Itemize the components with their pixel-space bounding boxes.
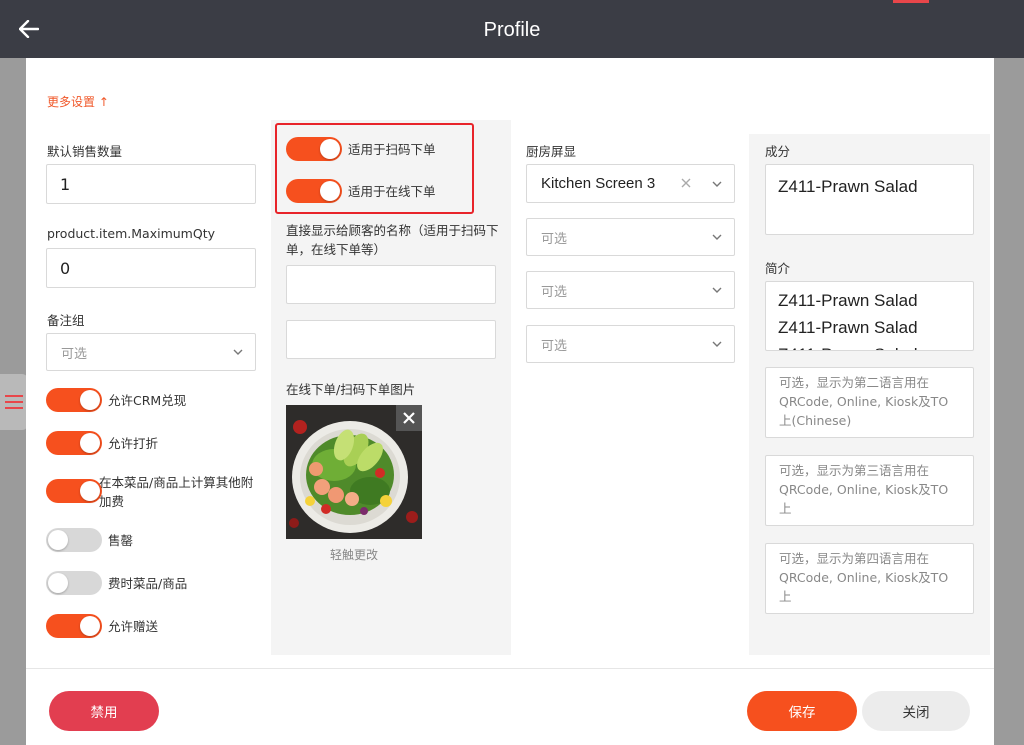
fourth-language-placeholder: 可选，显示为第四语言用在QRCode, Online, Kiosk及TO上 (779, 551, 949, 604)
intro-line: Z411-Prawn Salad (778, 318, 918, 337)
max-qty-label: product.item.MaximumQty (47, 226, 215, 241)
toggle-sold-out[interactable] (46, 528, 102, 552)
max-qty-input[interactable]: 0 (46, 248, 256, 288)
select-placeholder: 可选 (541, 231, 568, 247)
close-button[interactable]: 关闭 (862, 691, 970, 731)
kitchen-screen-select-3[interactable]: 可选 (526, 271, 735, 309)
chevron-down-icon (712, 234, 722, 240)
chevron-down-icon (712, 341, 722, 347)
display-name-label: 直接显示给顾客的名称（适用于扫码下单，在线下单等） (286, 223, 499, 257)
fourth-language-textarea[interactable]: 可选，显示为第四语言用在QRCode, Online, Kiosk及TO上 (765, 543, 974, 614)
default-qty-label: 默认销售数量 (47, 144, 123, 159)
toggle-sold-out-label: 售罄 (108, 533, 134, 548)
right-backdrop (994, 58, 1024, 745)
image-label: 在线下单/扫码下单图片 (286, 382, 416, 397)
clear-icon[interactable] (681, 178, 691, 188)
toggle-allow-crm-label: 允许CRM兑现 (108, 393, 187, 408)
default-qty-value: 1 (60, 174, 71, 194)
product-image[interactable] (286, 405, 422, 539)
remark-group-placeholder: 可选 (61, 346, 88, 362)
kitchen-screen-select[interactable]: Kitchen Screen 3 (526, 164, 735, 203)
toggle-calc-surcharge[interactable] (46, 479, 102, 503)
ingredients-textarea[interactable]: Z411-Prawn Salad (765, 164, 974, 235)
toggle-allow-gift-label: 允许赠送 (108, 619, 159, 634)
third-language-placeholder: 可选，显示为第三语言用在QRCode, Online, Kiosk及TO上 (779, 463, 949, 516)
intro-lines: Z411-Prawn Salad Z411-Prawn Salad Z411-P… (766, 282, 973, 350)
toggle-allow-discount-label: 允许打折 (108, 436, 159, 451)
top-accent-bar (893, 0, 929, 3)
chevron-down-icon (712, 181, 722, 187)
max-qty-value: 0 (60, 258, 71, 278)
third-language-textarea[interactable]: 可选，显示为第三语言用在QRCode, Online, Kiosk及TO上 (765, 455, 974, 526)
toggle-allow-gift[interactable] (46, 614, 102, 638)
kitchen-screen-select-2[interactable]: 可选 (526, 218, 735, 256)
intro-textarea[interactable]: Z411-Prawn Salad Z411-Prawn Salad Z411-P… (765, 281, 974, 351)
top-bar: Profile (0, 0, 1024, 58)
remark-group-label: 备注组 (47, 313, 85, 328)
disable-button[interactable]: 禁用 (49, 691, 159, 731)
toggle-calc-surcharge-label: 在本菜品/商品上计算其他附加费 (99, 475, 254, 509)
remove-image-button[interactable] (396, 405, 422, 431)
save-button[interactable]: 保存 (747, 691, 857, 731)
highlight-box (275, 123, 474, 214)
more-settings-link[interactable]: 更多设置 ↑ (47, 93, 109, 110)
ingredients-label: 成分 (765, 144, 791, 159)
toggle-time-consuming[interactable] (46, 571, 102, 595)
close-icon (403, 412, 415, 424)
intro-line: Z411-Prawn Salad (778, 291, 918, 310)
ingredients-value: Z411-Prawn Salad (778, 177, 918, 196)
select-placeholder: 可选 (541, 338, 568, 354)
chevron-down-icon (233, 349, 243, 355)
image-change-caption[interactable]: 轻触更改 (286, 546, 422, 563)
hamburger-icon (5, 395, 23, 409)
display-name-input-1[interactable] (286, 265, 496, 304)
remark-group-select[interactable]: 可选 (46, 333, 256, 371)
kitchen-display-label: 厨房屏显 (526, 144, 577, 159)
footer-divider (26, 668, 994, 669)
kitchen-screen-value: Kitchen Screen 3 (541, 175, 656, 192)
chevron-down-icon (712, 287, 722, 293)
kitchen-screen-select-4[interactable]: 可选 (526, 325, 735, 363)
select-placeholder: 可选 (541, 284, 568, 300)
display-name-input-2[interactable] (286, 320, 496, 359)
toggle-allow-discount[interactable] (46, 431, 102, 455)
toggle-time-consuming-label: 费时菜品/商品 (108, 576, 188, 591)
second-language-textarea[interactable]: 可选，显示为第二语言用在QRCode, Online, Kiosk及TO上(Ch… (765, 367, 974, 438)
page-title: Profile (483, 19, 541, 41)
side-menu-button[interactable] (0, 374, 28, 430)
default-qty-input[interactable]: 1 (46, 164, 256, 204)
second-language-placeholder: 可选，显示为第二语言用在QRCode, Online, Kiosk及TO上(Ch… (779, 375, 949, 428)
toggle-allow-crm[interactable] (46, 388, 102, 412)
intro-line: Z411-Prawn Salad (778, 341, 961, 350)
intro-label: 简介 (765, 261, 791, 276)
